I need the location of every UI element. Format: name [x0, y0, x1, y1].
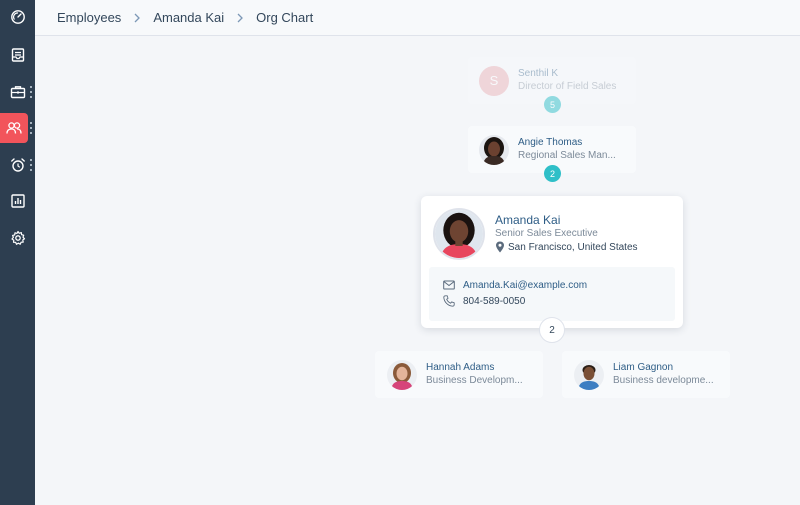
employee-name: Senthil K — [518, 68, 559, 79]
breadcrumb-employees[interactable]: Employees — [57, 10, 121, 25]
sidebar-item-settings[interactable] — [0, 223, 35, 253]
employee-title: Business developme... — [613, 375, 714, 386]
location-text: San Francisco, United States — [508, 241, 638, 253]
dashboard-icon — [10, 10, 25, 24]
org-card-report[interactable]: Hannah Adams Business Developm... — [375, 351, 543, 398]
contact-details: Amanda.Kai@example.com 804-589-0050 — [429, 267, 675, 321]
employee-name: Angie Thomas — [518, 137, 583, 148]
alarm-clock-icon — [10, 158, 25, 172]
briefcase-icon — [10, 86, 25, 99]
location-pin-icon — [496, 241, 504, 253]
avatar — [433, 208, 485, 260]
org-card-focus[interactable]: Amanda Kai Senior Sales Executive San Fr… — [421, 196, 683, 328]
avatar — [574, 359, 604, 390]
phone-icon — [443, 295, 455, 307]
sidebar-item-reports[interactable] — [0, 186, 35, 216]
breadcrumb-current: Org Chart — [256, 10, 314, 25]
org-card-report[interactable]: Liam Gagnon Business developme... — [562, 351, 730, 398]
sidebar-more-dots[interactable] — [29, 86, 33, 98]
breadcrumb-employee-name[interactable]: Amanda Kai — [153, 10, 224, 25]
email-link[interactable]: Amanda.Kai@example.com — [463, 280, 587, 291]
employee-title: Senior Sales Executive — [495, 228, 598, 239]
employee-name: Liam Gagnon — [613, 362, 674, 373]
avatar — [387, 359, 417, 390]
employee-title: Director of Field Sales — [518, 81, 617, 92]
inbox-icon — [11, 48, 24, 62]
employee-title: Business Developm... — [426, 375, 523, 386]
employee-name: Amanda Kai — [495, 213, 561, 227]
avatar: S — [479, 65, 509, 96]
sidebar-more-dots[interactable] — [29, 159, 33, 171]
sidebar-item-people[interactable] — [0, 113, 28, 143]
avatar — [479, 134, 509, 165]
breadcrumb: Employees Amanda Kai Org Chart — [35, 0, 800, 36]
phone-number[interactable]: 804-589-0050 — [463, 296, 525, 307]
employee-name: Hannah Adams — [426, 362, 495, 373]
sidebar — [0, 0, 35, 505]
reports-count-badge[interactable]: 5 — [544, 96, 561, 113]
chevron-right-icon — [133, 13, 141, 23]
sidebar-item-dashboard[interactable] — [0, 2, 35, 32]
reports-count-badge[interactable]: 2 — [544, 165, 561, 182]
employee-title: Regional Sales Man... — [518, 150, 616, 161]
bar-chart-icon — [10, 194, 25, 208]
reports-count-badge[interactable]: 2 — [539, 317, 565, 343]
employee-location: San Francisco, United States — [495, 241, 638, 253]
people-icon — [6, 122, 22, 134]
sidebar-item-inbox[interactable] — [0, 40, 35, 70]
chevron-right-icon — [236, 13, 244, 23]
sidebar-more-dots[interactable] — [29, 122, 33, 134]
gear-icon — [10, 230, 25, 245]
envelope-icon — [443, 280, 455, 290]
